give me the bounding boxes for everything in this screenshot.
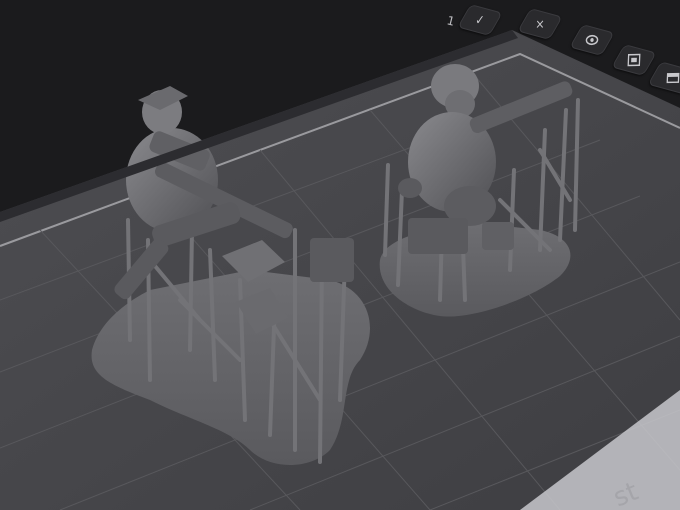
eye-icon (585, 34, 599, 46)
build-plate-scene[interactable] (0, 0, 680, 510)
layer-icon (666, 72, 680, 84)
grid-icon (627, 53, 641, 67)
close-icon: × (535, 16, 545, 32)
3d-viewport[interactable]: 1 ✓ × st (0, 0, 680, 510)
check-icon: ✓ (475, 12, 485, 28)
